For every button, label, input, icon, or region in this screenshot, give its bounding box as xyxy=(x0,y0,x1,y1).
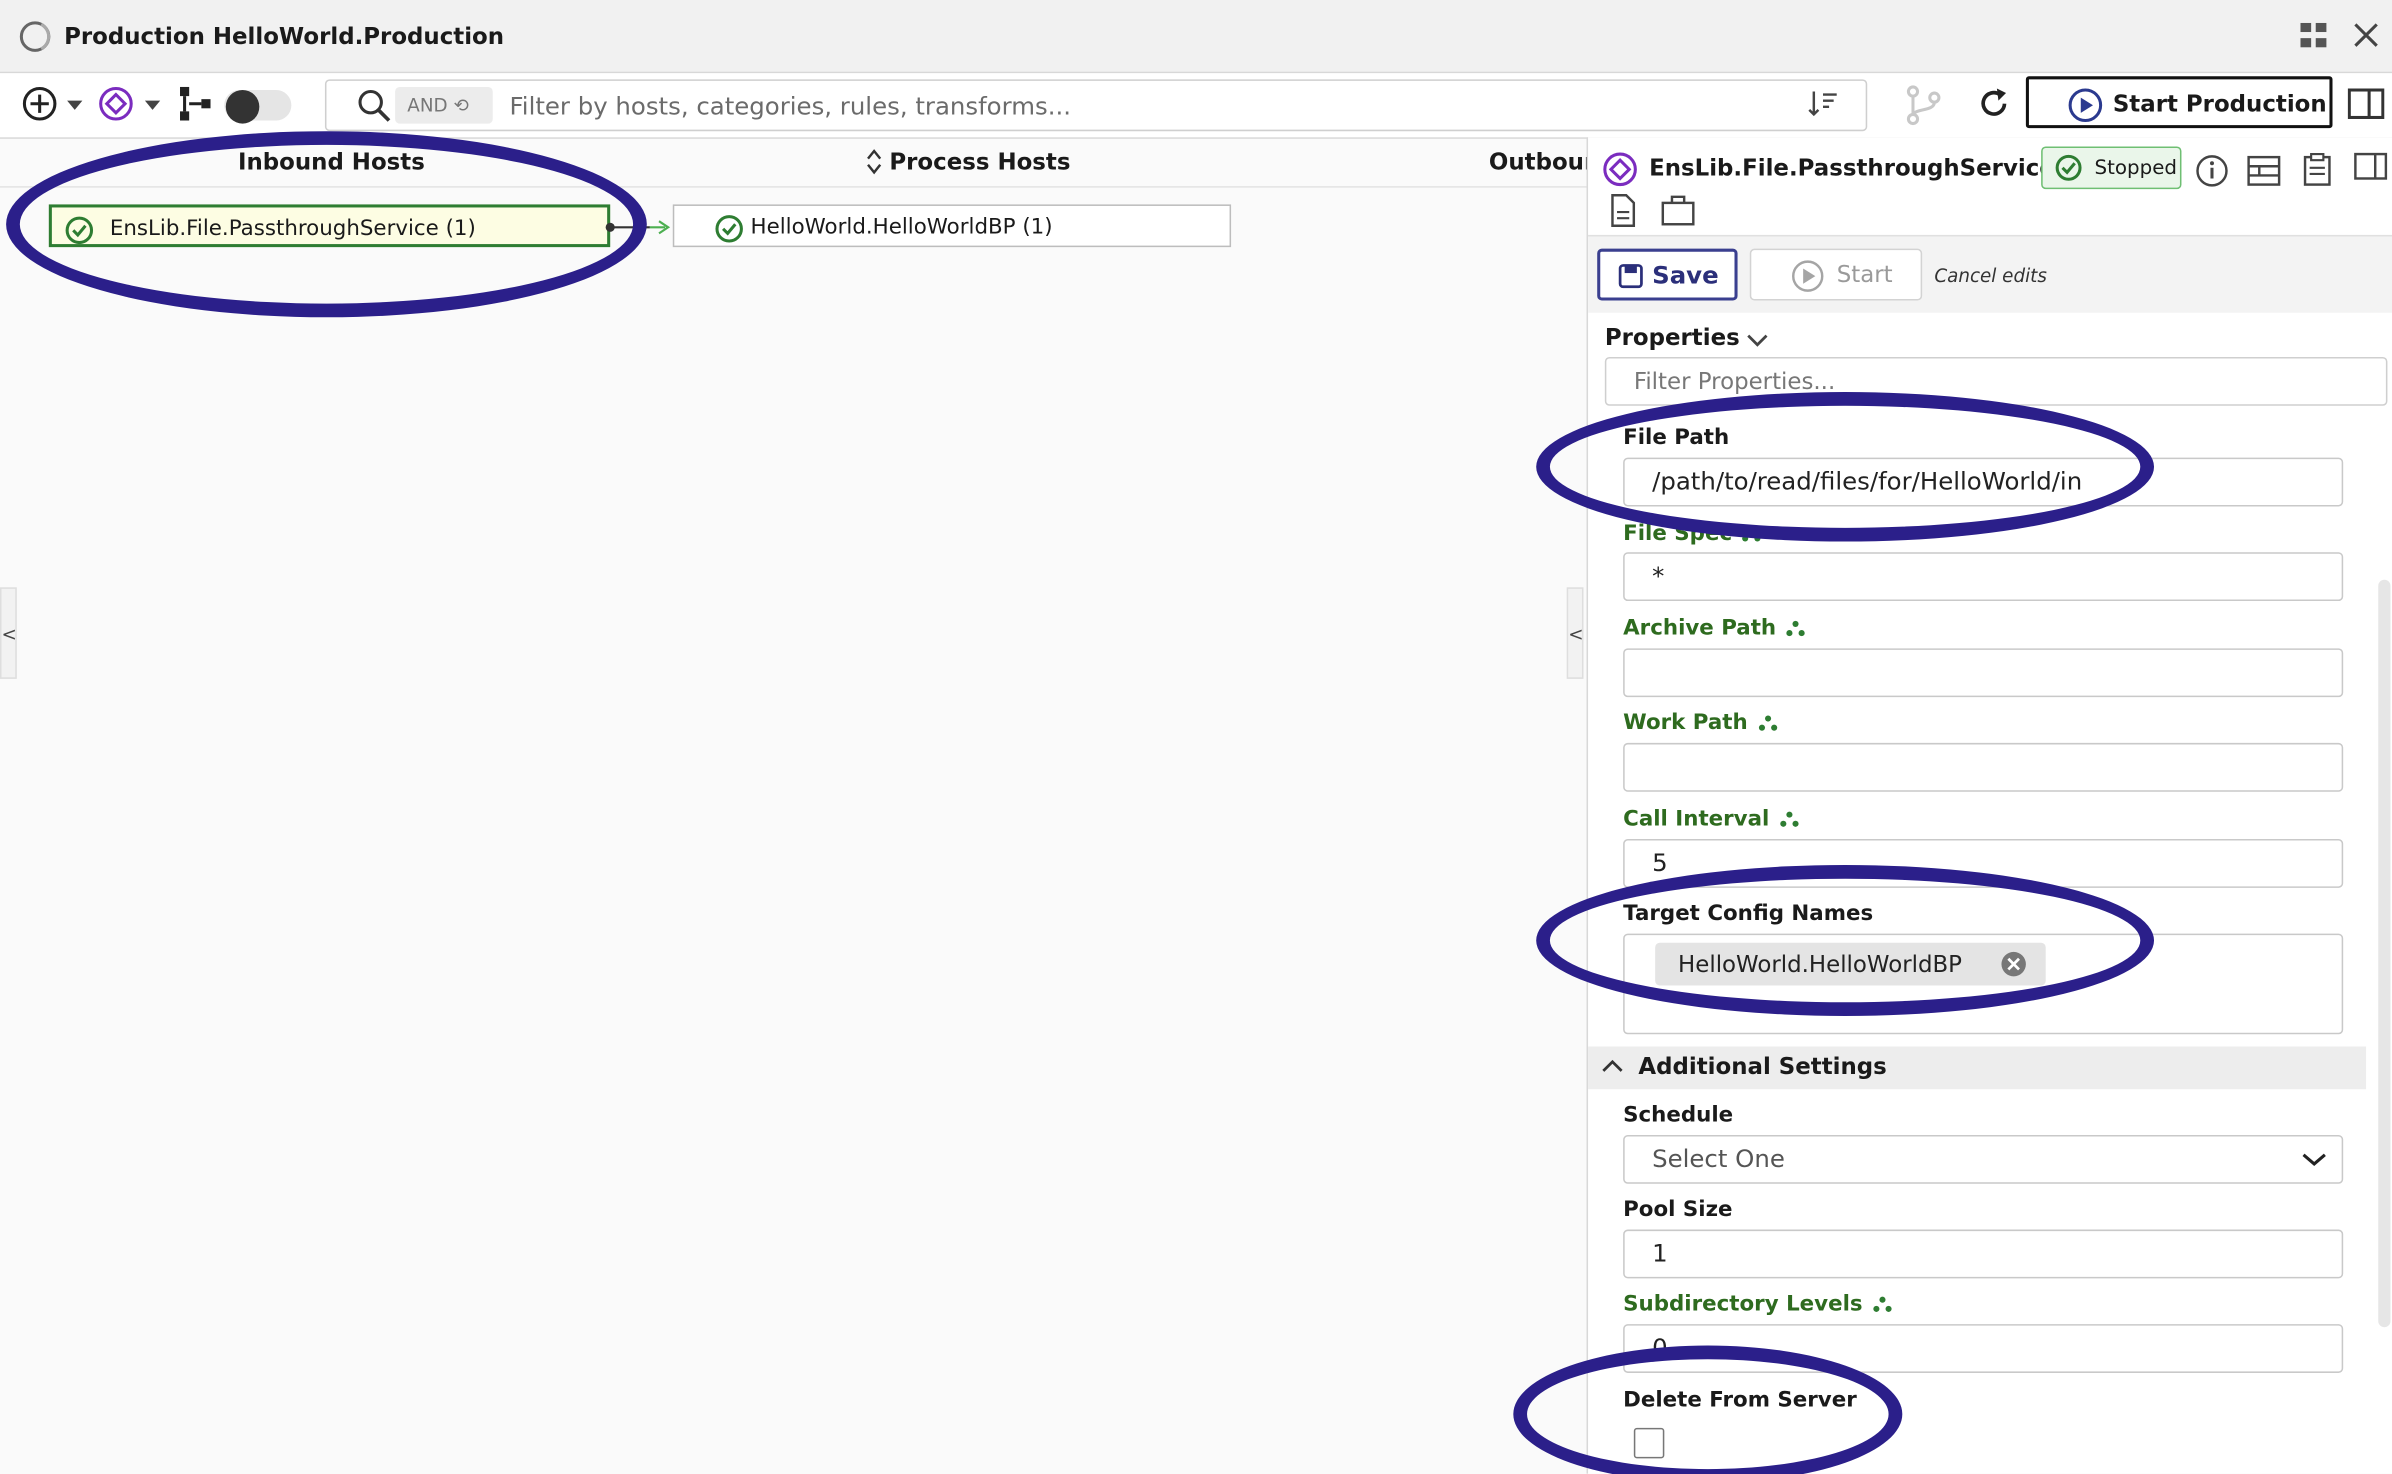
file-spec-input[interactable]: * xyxy=(1623,552,2344,602)
briefcase-icon[interactable] xyxy=(1661,195,1695,226)
collapse-left-button[interactable]: < xyxy=(0,587,17,679)
additional-settings-header[interactable]: Additional Settings xyxy=(1588,1046,2367,1090)
layout-icon[interactable] xyxy=(2247,154,2281,188)
setting-dots-icon xyxy=(1742,526,1762,542)
status-ok-icon xyxy=(2055,154,2082,181)
work-path-input[interactable] xyxy=(1623,742,2344,792)
host-inbound-passthrough[interactable]: EnsLib.File.PassthroughService (1) xyxy=(48,204,611,248)
call-interval-label: Call Interval xyxy=(1623,807,1800,831)
settings-panel: EnsLib.File.PassthroughService Stopped S… xyxy=(1586,137,2392,1474)
file-path-input[interactable]: /path/to/read/files/for/HelloWorld/in xyxy=(1623,457,2344,507)
chevron-down-icon[interactable] xyxy=(1747,333,1768,348)
status-ok-icon xyxy=(65,216,94,245)
host-label: HelloWorld.HelloWorldBP (1) xyxy=(750,215,1053,240)
save-button[interactable]: Save xyxy=(1597,248,1738,301)
start-production-button[interactable]: Start Production xyxy=(2025,76,2333,129)
document-icon[interactable] xyxy=(1609,194,1636,228)
search-bar[interactable]: AND ⟲ Filter by hosts, categories, rules… xyxy=(324,79,1868,132)
panel-title: EnsLib.File.PassthroughService xyxy=(1649,154,2055,182)
column-outbound-hosts: Outbour xyxy=(1488,147,1596,176)
archive-path-label: Archive Path xyxy=(1623,616,1807,641)
setting-dots-icon xyxy=(1786,620,1806,637)
start-button[interactable]: Start xyxy=(1749,248,1923,301)
chevron-up-icon xyxy=(1602,1059,1623,1072)
play-icon xyxy=(1792,260,1824,292)
title-bar: Production HelloWorld.Production xyxy=(0,0,2392,74)
pool-size-input[interactable]: 1 xyxy=(1623,1229,2344,1279)
search-icon xyxy=(358,90,391,122)
column-process-hosts: Process Hosts xyxy=(889,147,1071,176)
pool-size-label: Pool Size xyxy=(1623,1197,1733,1222)
sort-icon[interactable] xyxy=(1806,87,1840,121)
remove-chip-icon[interactable] xyxy=(2000,950,2027,977)
cancel-edits-link[interactable]: Cancel edits xyxy=(1934,265,2047,286)
clipboard-icon[interactable] xyxy=(2302,153,2333,187)
target-chip: HelloWorld.HelloWorldBP xyxy=(1655,942,2046,986)
business-service-icon xyxy=(1603,152,1637,187)
column-inbound-hosts: Inbound Hosts xyxy=(237,147,425,176)
setting-dots-icon xyxy=(1758,715,1777,731)
toggle-switch[interactable] xyxy=(224,90,292,124)
and-toggle[interactable]: AND ⟲ xyxy=(395,86,493,124)
file-path-label: File Path xyxy=(1623,425,1730,451)
play-icon xyxy=(2068,88,2103,123)
add-menu-icon[interactable] xyxy=(21,85,85,125)
status-badge: Stopped xyxy=(2041,146,2182,190)
connections-icon[interactable] xyxy=(178,85,212,122)
host-label: EnsLib.File.PassthroughService (1) xyxy=(109,216,476,242)
setting-dots-icon xyxy=(1780,811,1799,827)
git-branch-icon[interactable] xyxy=(1904,84,1944,127)
collapse-panel-button[interactable]: < xyxy=(1566,587,1584,679)
window-title: Production HelloWorld.Production xyxy=(64,22,505,51)
close-icon[interactable] xyxy=(2352,21,2379,48)
host-process-helloworldbp[interactable]: HelloWorld.HelloWorldBP (1) xyxy=(672,204,1232,248)
search-placeholder[interactable]: Filter by hosts, categories, rules, tran… xyxy=(510,92,1071,121)
work-path-label: Work Path xyxy=(1623,711,1778,735)
sort-toggle-icon[interactable] xyxy=(865,148,883,175)
properties-heading[interactable]: Properties xyxy=(1605,323,1740,350)
schedule-label: Schedule xyxy=(1623,1102,1734,1128)
file-spec-label: File Spec xyxy=(1623,522,1762,546)
save-icon xyxy=(1618,264,1643,289)
call-interval-input[interactable]: 5 xyxy=(1623,839,2344,888)
setting-dots-icon xyxy=(1873,1296,1892,1312)
side-panel-icon[interactable] xyxy=(2354,152,2388,184)
target-config-label: Target Config Names xyxy=(1623,901,1874,926)
schedule-select[interactable]: Select One xyxy=(1623,1134,2344,1184)
grid-view-icon[interactable] xyxy=(2300,22,2327,49)
panel-scrollbar[interactable] xyxy=(2378,579,2391,1328)
delete-from-server-checkbox[interactable] xyxy=(1633,1427,1665,1459)
subdirectory-levels-label: Subdirectory Levels xyxy=(1623,1292,1893,1317)
subdirectory-levels-input[interactable]: 0 xyxy=(1623,1324,2344,1373)
delete-from-server-label: Delete From Server xyxy=(1623,1388,1857,1413)
production-config-icon[interactable] xyxy=(98,85,165,125)
info-icon[interactable] xyxy=(2195,154,2229,188)
production-status-icon xyxy=(19,21,51,52)
chevron-down-icon xyxy=(2302,1153,2326,1166)
archive-path-input[interactable] xyxy=(1623,648,2344,698)
action-bar: Save Start Cancel edits xyxy=(1588,234,2392,313)
column-header-divider xyxy=(0,186,1587,188)
target-config-input[interactable]: HelloWorld.HelloWorldBP xyxy=(1623,933,2344,1035)
panel-toggle-icon[interactable] xyxy=(2347,88,2385,122)
refresh-icon[interactable] xyxy=(1977,87,2011,121)
connection-arrow xyxy=(605,220,671,235)
toolbar: AND ⟲ Filter by hosts, categories, rules… xyxy=(0,73,2392,139)
status-ok-icon xyxy=(715,215,743,243)
filter-properties-input[interactable]: Filter Properties... xyxy=(1604,356,2388,406)
